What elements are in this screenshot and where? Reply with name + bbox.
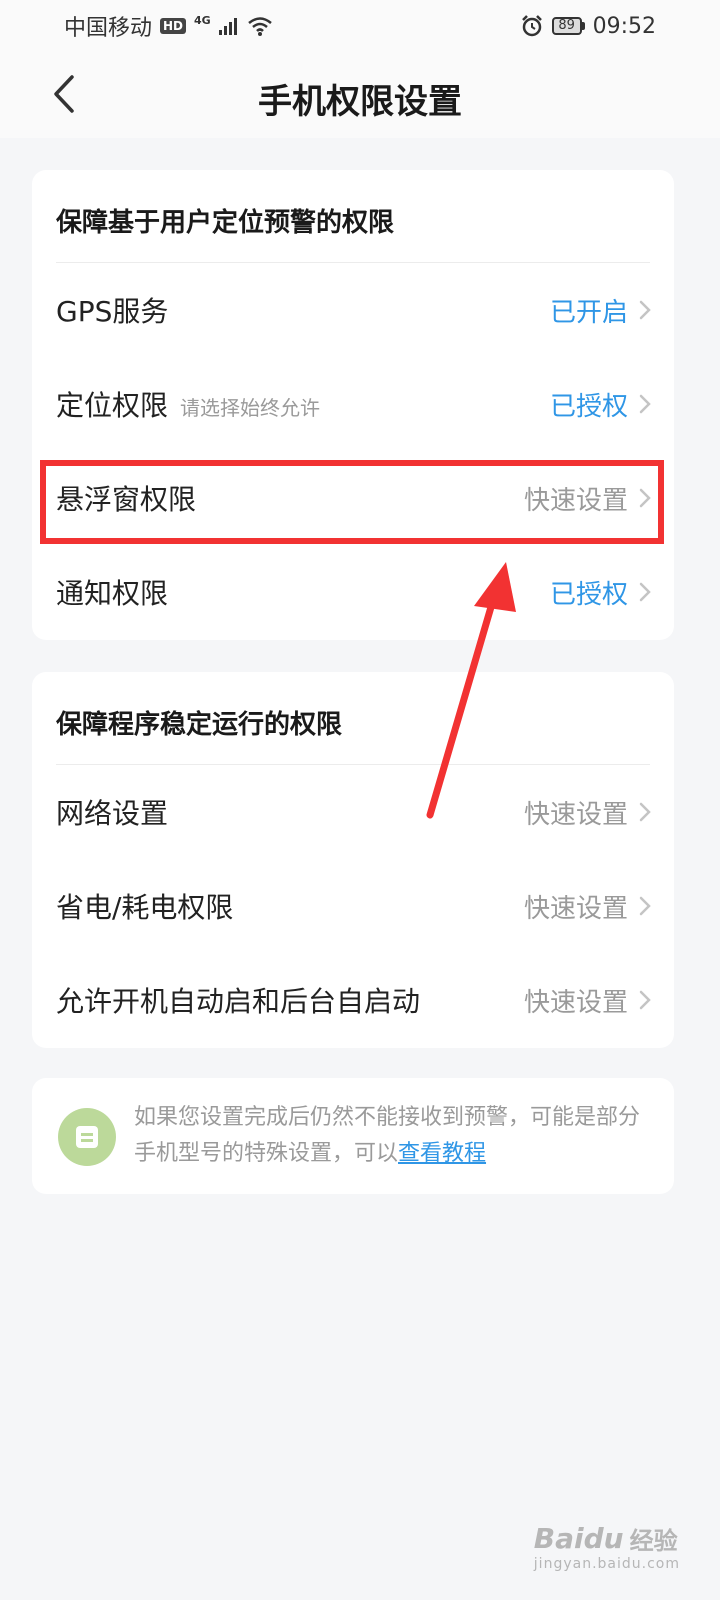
wifi-icon [247,17,272,36]
row-label: 悬浮窗权限 [56,483,197,516]
nav-bar: 手机权限设置 [0,52,720,138]
alarm-icon [521,15,542,37]
chevron-right-icon [639,394,651,414]
stability-permissions-card: 保障程序稳定运行的权限 网络设置 快速设置 省电/耗电权限 快速设置 允许开机自… [32,672,674,1048]
battery-icon: 89 [551,17,585,35]
chevron-right-icon [639,488,651,508]
page-title: 手机权限设置 [258,82,462,122]
chevron-right-icon [639,990,651,1010]
chevron-right-icon [639,300,651,320]
chevron-right-icon [639,582,651,602]
status-bar: 中国移动 HD 4G 89 09:52 [0,0,720,52]
gps-service-row[interactable]: GPS服务 已开启 [32,263,674,357]
status-left: 中国移动 HD 4G [64,10,273,42]
tip-message: 如果您设置完成后仍然不能接收到预警，可能是部分手机型号的特殊设置，可以 [134,1105,641,1166]
location-permissions-card: 保障基于用户定位预警的权限 GPS服务 已开启 定位权限 请选择始终允许 已授权… [32,170,674,640]
location-permission-row[interactable]: 定位权限 请选择始终允许 已授权 [32,357,674,451]
chevron-right-icon [639,802,651,822]
row-label: GPS服务 [56,295,169,328]
row-label: 通知权限 [56,577,169,610]
watermark-label: 经验 [629,1527,678,1555]
row-status: 已授权 [549,579,628,610]
battery-level: 89 [551,17,582,35]
row-status: 已开启 [549,297,628,328]
row-label: 定位权限 [56,389,169,422]
section-title: 保障程序稳定运行的权限 [56,710,343,740]
guide-icon [58,1108,116,1166]
quick-setup-button[interactable]: 快速设置 [524,982,628,1019]
row-hint: 请选择始终允许 [180,396,321,420]
quick-setup-button[interactable]: 快速设置 [524,888,628,925]
signal-icon [218,18,237,35]
row-status: 已授权 [549,391,628,422]
quick-setup-button[interactable]: 快速设置 [524,794,628,831]
view-tutorial-link[interactable]: 查看教程 [398,1141,486,1166]
row-label: 允许开机自动启和后台自启动 [56,985,421,1018]
battery-permission-row[interactable]: 省电/耗电权限 快速设置 [32,859,674,953]
quick-setup-button[interactable]: 快速设置 [524,480,628,517]
watermark-url: jingyan.baidu.com [533,1556,680,1572]
watermark-brand: Baidu [533,1522,624,1555]
network-type: 4G [194,13,211,27]
clock: 09:52 [592,13,656,39]
hd-badge: HD [160,18,187,34]
notification-permission-row[interactable]: 通知权限 已授权 [32,545,674,639]
chevron-right-icon [639,896,651,916]
tip-text: 如果您设置完成后仍然不能接收到预警，可能是部分手机型号的特殊设置，可以查看教程 [134,1100,656,1172]
row-label: 省电/耗电权限 [56,891,234,924]
status-right: 89 09:52 [520,14,656,39]
carrier-name: 中国移动 [64,16,153,41]
autostart-permission-row[interactable]: 允许开机自动启和后台自启动 快速设置 [32,953,674,1047]
baidu-watermark: Baidu 经验 jingyan.baidu.com [534,1521,680,1572]
row-label: 网络设置 [56,797,169,830]
floating-window-permission-row[interactable]: 悬浮窗权限 快速设置 [32,451,674,545]
network-settings-row[interactable]: 网络设置 快速设置 [32,765,674,859]
tip-card: 如果您设置完成后仍然不能接收到预警，可能是部分手机型号的特殊设置，可以查看教程 [32,1078,674,1194]
section-title: 保障基于用户定位预警的权限 [56,208,395,238]
